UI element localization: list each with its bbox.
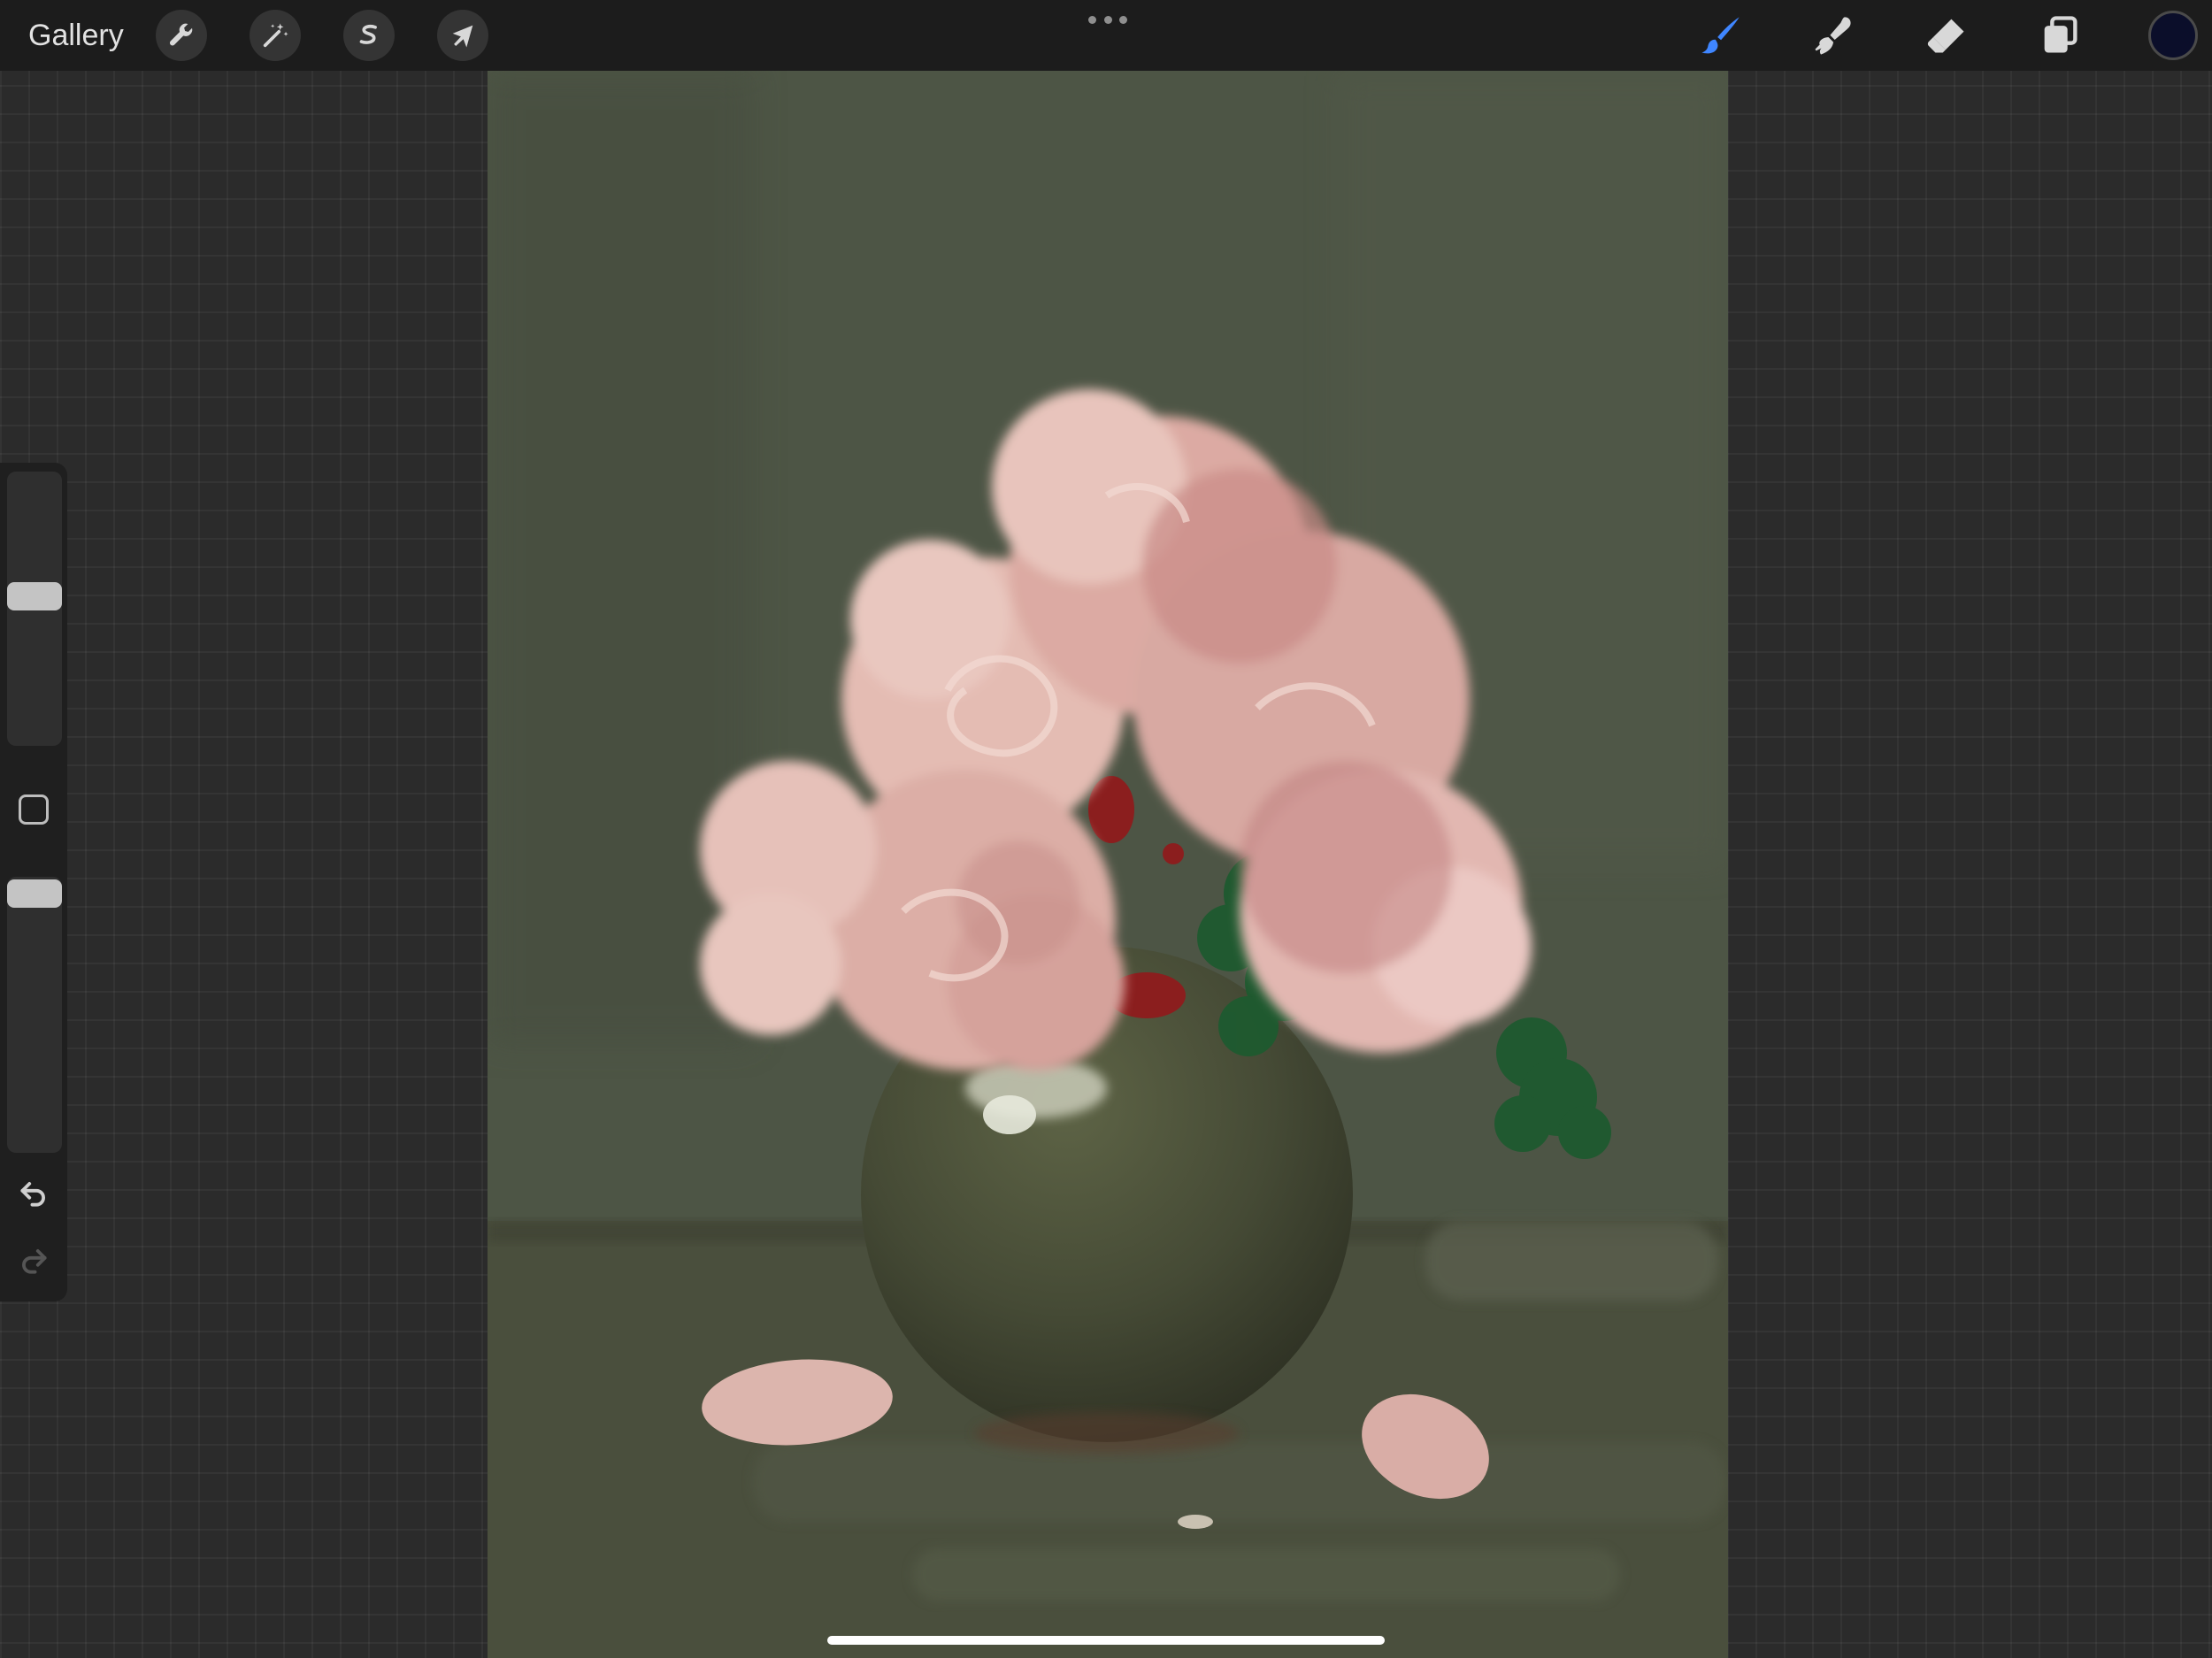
redo-button[interactable]: [16, 1243, 51, 1278]
brush-icon: [1701, 17, 1740, 54]
actions-button[interactable]: [156, 10, 207, 61]
brush-size-handle[interactable]: [7, 582, 62, 611]
smudge-tool-button[interactable]: [1806, 9, 1859, 62]
wrench-icon: [169, 23, 193, 46]
more-dot: [1088, 15, 1096, 24]
eraser-icon: [1927, 19, 1964, 53]
arrow-cursor-icon: [452, 25, 473, 48]
gallery-button[interactable]: Gallery: [28, 15, 124, 56]
more-options-button[interactable]: [1088, 12, 1127, 27]
erase-tool-button[interactable]: [1920, 9, 1973, 62]
painting-still-life: [488, 71, 1728, 1658]
paint-tool-button[interactable]: [1694, 9, 1747, 62]
drawing-canvas[interactable]: [488, 71, 1728, 1658]
undo-arrow-icon: [20, 1182, 45, 1207]
redo-arrow-icon: [22, 1249, 47, 1274]
transform-button[interactable]: [437, 10, 488, 61]
smudge-icon: [1815, 17, 1851, 55]
adjustments-button[interactable]: [250, 10, 301, 61]
undo-button[interactable]: [16, 1176, 51, 1211]
more-dot: [1119, 15, 1127, 24]
opacity-slider[interactable]: [7, 877, 62, 1153]
selection-button[interactable]: [343, 10, 395, 61]
left-sidebar: [0, 463, 67, 1301]
layers-icon: [2044, 16, 2078, 53]
modify-button[interactable]: [19, 794, 49, 825]
more-dot: [1103, 15, 1112, 24]
home-indicator[interactable]: [827, 1636, 1385, 1645]
selection-s-icon: [359, 25, 377, 44]
color-picker-button[interactable]: [2148, 11, 2198, 60]
layers-button[interactable]: [2033, 9, 2086, 62]
opacity-handle[interactable]: [7, 879, 62, 908]
top-toolbar: Gallery: [0, 0, 2212, 71]
magic-wand-icon: [263, 23, 288, 48]
